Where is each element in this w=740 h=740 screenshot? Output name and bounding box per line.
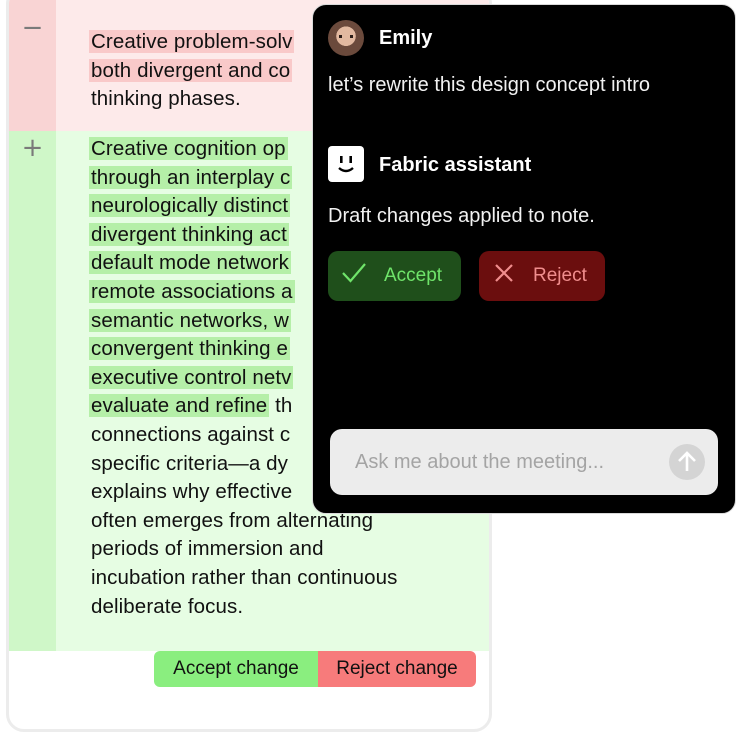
assistant-face-icon bbox=[328, 146, 364, 182]
accept-change-button[interactable]: Accept change bbox=[154, 651, 318, 687]
highlighted-text: divergent thinking act bbox=[89, 222, 289, 246]
highlighted-text: semantic networks, w bbox=[89, 308, 291, 332]
highlighted-text: convergent thinking e bbox=[89, 337, 290, 361]
arrow-up-icon bbox=[669, 444, 705, 480]
plus-icon: + bbox=[21, 133, 44, 163]
user-message: let’s rewrite this design concept intro bbox=[328, 74, 651, 96]
highlighted-text: both divergent and co bbox=[89, 58, 293, 82]
accept-label: Accept bbox=[384, 265, 443, 286]
assistant-name: Fabric assistant bbox=[379, 154, 532, 176]
close-icon bbox=[494, 263, 514, 289]
chat-input[interactable] bbox=[330, 429, 675, 495]
line-text: deliberate focus. bbox=[91, 594, 244, 618]
send-button[interactable] bbox=[669, 444, 705, 480]
highlighted-text: Creative cognition op bbox=[89, 137, 288, 160]
highlighted-text: neurologically distinct bbox=[89, 194, 291, 218]
user-name: Emily bbox=[379, 27, 433, 49]
highlighted-text: remote associations a bbox=[89, 279, 295, 303]
assistant-message: Draft changes applied to note. bbox=[328, 205, 595, 227]
text-line: incubation rather than continuous bbox=[91, 564, 489, 593]
text-line: periods of immersion and bbox=[91, 535, 489, 564]
chat-input-container bbox=[330, 429, 718, 495]
highlighted-text: executive control netv bbox=[89, 365, 294, 389]
removed-gutter: − bbox=[9, 0, 56, 131]
highlighted-text: through an interplay c bbox=[89, 165, 293, 189]
check-icon bbox=[341, 262, 367, 290]
text-line: deliberate focus. bbox=[91, 593, 489, 622]
highlighted-text: default mode network bbox=[89, 251, 292, 275]
added-gutter: + bbox=[9, 131, 56, 651]
assistant-chat-panel: Emily let’s rewrite this design concept … bbox=[312, 4, 736, 514]
change-actions: Accept change Reject change bbox=[154, 651, 476, 687]
reject-label: Reject bbox=[533, 265, 587, 286]
line-text: incubation rather than continuous bbox=[91, 565, 398, 589]
line-text: thinking phases. bbox=[91, 87, 241, 111]
user-avatar bbox=[328, 20, 364, 56]
line-text: connections against c bbox=[91, 422, 291, 446]
accept-button[interactable]: Accept bbox=[328, 251, 461, 301]
line-text: specific criteria—a dy bbox=[91, 451, 289, 475]
reject-change-button[interactable]: Reject change bbox=[318, 651, 476, 687]
highlighted-text: evaluate and refine bbox=[89, 394, 270, 418]
reject-button[interactable]: Reject bbox=[479, 251, 605, 301]
line-text: periods of immersion and bbox=[91, 537, 324, 561]
line-text: explains why effective bbox=[91, 480, 293, 504]
highlighted-text: Creative problem-solv bbox=[89, 30, 295, 53]
line-text: th bbox=[269, 394, 293, 418]
minus-icon: − bbox=[21, 13, 44, 43]
